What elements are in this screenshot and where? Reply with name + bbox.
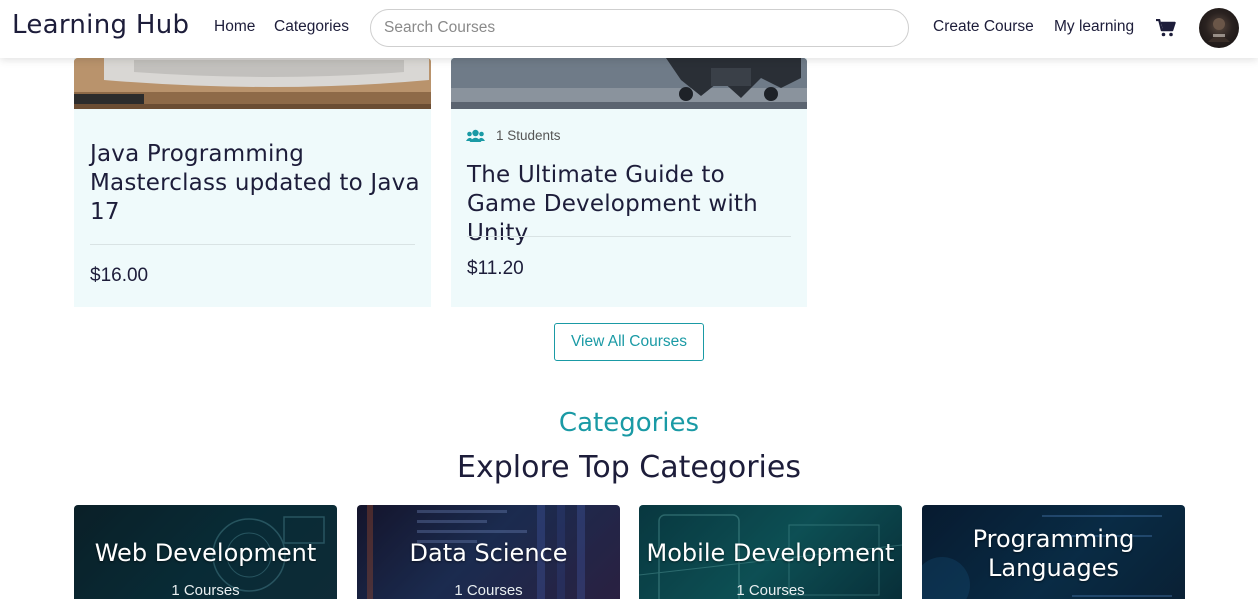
user-avatar[interactable] <box>1199 8 1239 48</box>
nav-create-course-link[interactable]: Create Course <box>933 18 1034 36</box>
category-course-count: 1 Courses <box>454 582 523 599</box>
course-thumbnail <box>451 58 807 109</box>
search-input[interactable] <box>370 9 909 47</box>
section-heading: Explore Top Categories <box>457 450 801 485</box>
category-name: Data Science <box>409 539 568 567</box>
nav-home-link[interactable]: Home <box>214 18 255 36</box>
student-count-label: 1 Students <box>496 128 561 143</box>
nav-my-learning-link[interactable]: My learning <box>1054 18 1134 36</box>
category-name: Programming Languages <box>972 525 1135 582</box>
course-thumbnail <box>74 58 431 109</box>
page: Learning Hub Home Categories Create Cour… <box>0 0 1258 599</box>
course-card[interactable]: Java Programming Masterclass updated to … <box>74 58 431 307</box>
course-title[interactable]: Java Programming Masterclass updated to … <box>90 140 420 227</box>
course-title[interactable]: The Ultimate Guide to Game Development w… <box>467 161 797 248</box>
card-divider <box>467 236 791 237</box>
top-navbar: Learning Hub Home Categories Create Cour… <box>0 0 1258 58</box>
course-card[interactable]: 1 Students The Ultimate Guide to Game De… <box>451 58 807 307</box>
section-label: Categories <box>558 408 700 438</box>
category-name: Mobile Development <box>646 539 895 567</box>
nav-categories-link[interactable]: Categories <box>274 18 349 36</box>
view-all-courses-button[interactable]: View All Courses <box>554 323 704 361</box>
card-divider <box>90 244 415 245</box>
category-course-count: 1 Courses <box>171 582 240 599</box>
category-card-web-development[interactable]: Web Development 1 Courses <box>74 505 337 599</box>
student-count: 1 Students <box>466 128 561 143</box>
category-card-programming-languages[interactable]: Programming Languages <box>922 505 1185 599</box>
category-name: Web Development <box>94 539 317 567</box>
category-card-mobile-development[interactable]: Mobile Development 1 Courses <box>639 505 902 599</box>
category-card-data-science[interactable]: Data Science 1 Courses <box>357 505 620 599</box>
course-price: $16.00 <box>90 265 149 286</box>
laptop-desk-image <box>74 58 431 109</box>
course-price: $11.20 <box>467 258 524 279</box>
category-course-count: 1 Courses <box>736 582 805 599</box>
game-robot-image <box>451 58 807 109</box>
users-icon <box>466 129 485 142</box>
brand-logo[interactable]: Learning Hub <box>12 10 189 40</box>
shopping-cart-icon[interactable] <box>1156 18 1176 37</box>
